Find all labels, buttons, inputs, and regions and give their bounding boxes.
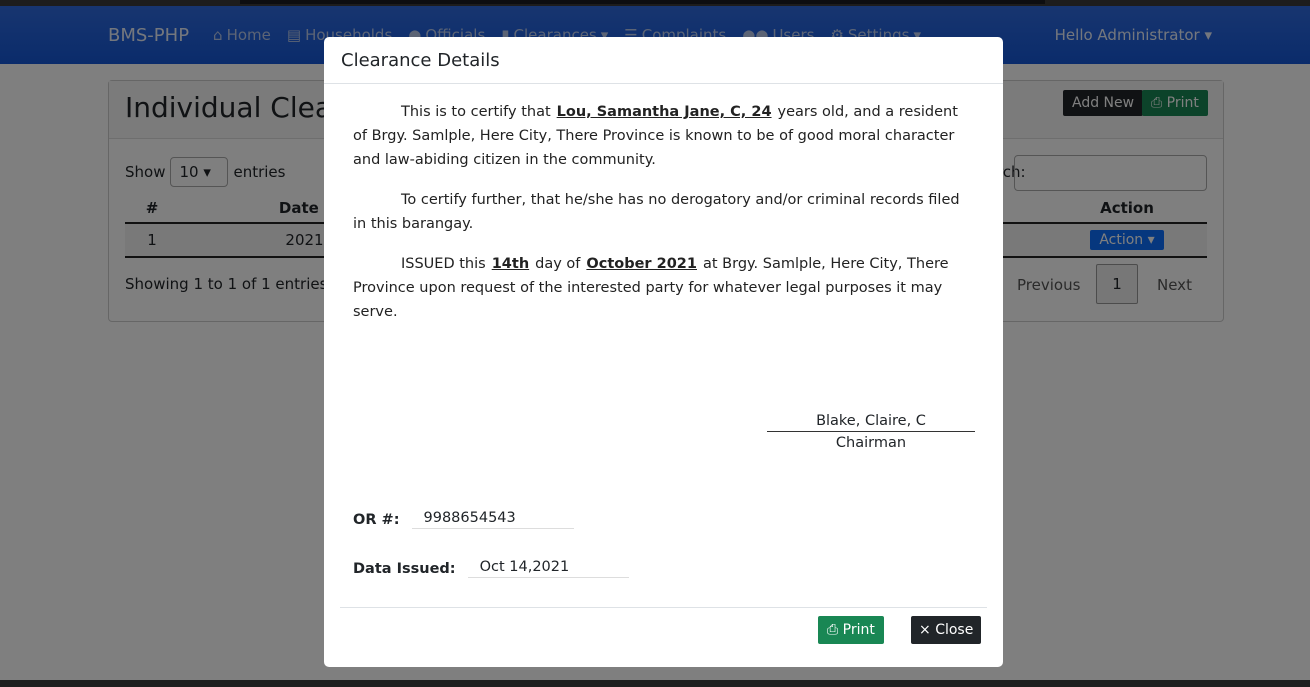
modal-print-button[interactable]: ⎙ Print [818,616,884,644]
modal-footer [340,607,987,608]
modal-close-button[interactable]: × Close [911,616,982,644]
print-icon: ⎙ [827,622,839,638]
taskbar [0,680,1310,687]
close-icon: × [919,622,931,638]
certificate-body: This is to certify that Lou, Samantha Jan… [353,104,960,320]
signature-block: Blake, Claire, C Chairman [767,413,975,451]
issue-day: 14th [491,256,530,272]
resident-name: Lou, Samantha Jane, C, 24 [556,104,772,120]
date-issued-field: Data Issued: Oct 14,2021 [353,559,629,578]
modal-title: Clearance Details [324,37,1003,84]
issue-month: October 2021 [586,256,697,272]
clearance-details-modal: Clearance Details This is to certify tha… [324,37,1003,667]
or-number-field: OR #: 9988654543 [353,510,574,529]
